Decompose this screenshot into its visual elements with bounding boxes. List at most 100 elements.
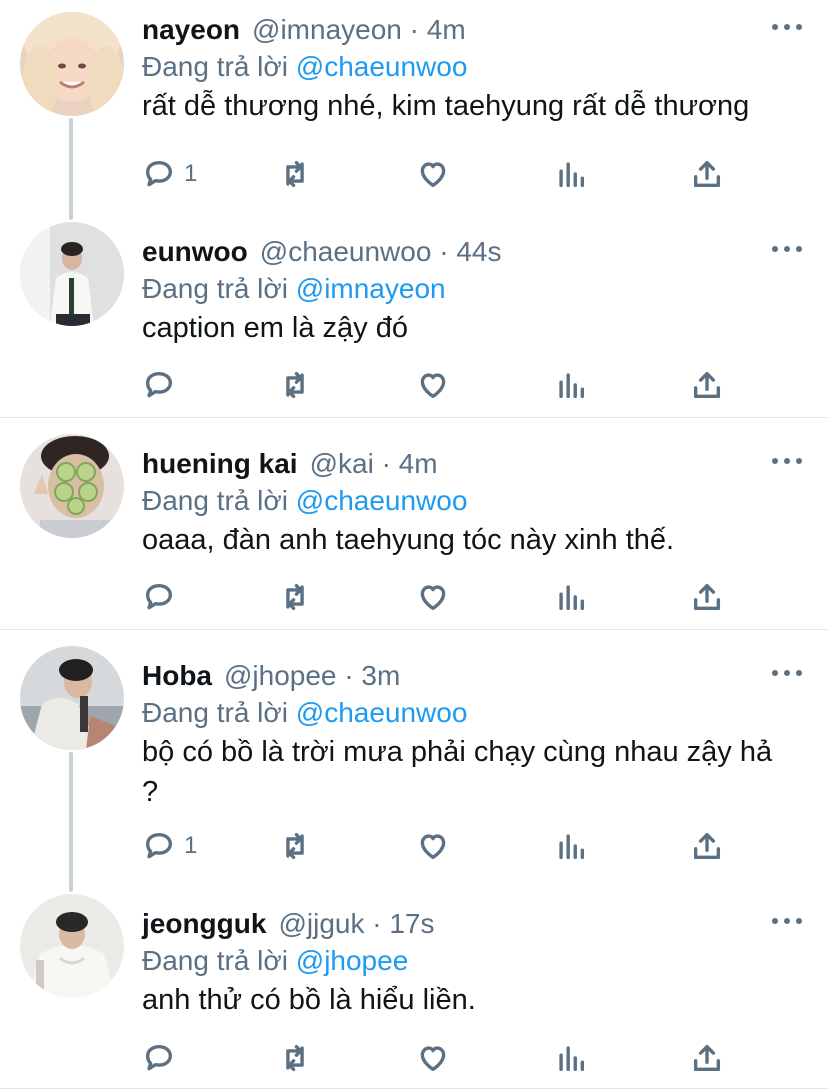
- share-button[interactable]: [690, 156, 724, 192]
- speech-bubble-icon: [145, 832, 173, 859]
- handle[interactable]: @jhopee · 3m: [224, 660, 400, 691]
- more-icon[interactable]: [772, 916, 802, 926]
- timestamp: 4m: [426, 14, 466, 45]
- reply-count: 1: [184, 160, 198, 187]
- handle[interactable]: @imnayeon · 4m: [252, 14, 466, 45]
- handle[interactable]: @kai · 4m: [310, 448, 438, 479]
- tweet-actions: 1: [142, 156, 742, 192]
- heart-outline-icon: [420, 373, 446, 399]
- retweet-button[interactable]: [278, 367, 312, 403]
- mention-link[interactable]: @chaeunwoo: [296, 51, 468, 82]
- display-name[interactable]: jeongguk: [142, 908, 266, 939]
- retweet-button[interactable]: [278, 156, 312, 192]
- replying-to: Đang trả lời @jhopee: [142, 945, 409, 976]
- handle[interactable]: @jjguk · 17s: [278, 908, 434, 939]
- tweet-actions: 1: [142, 828, 742, 864]
- tweet-divider: [0, 629, 828, 630]
- avatar[interactable]: [20, 12, 124, 116]
- share-upload-icon: [693, 1044, 721, 1072]
- heart-outline-icon: [420, 162, 446, 188]
- speech-bubble-icon: [145, 371, 173, 398]
- display-name[interactable]: Hoba: [142, 660, 212, 691]
- tweet-text: oaaa, đàn anh taehyung tóc này xinh thế.: [142, 524, 675, 556]
- tweet[interactable]: nayeon @imnayeon · 4m Đang trả lời @chaeu…: [0, 0, 828, 210]
- retweet-button[interactable]: [278, 579, 312, 615]
- reply-button[interactable]: [142, 367, 184, 403]
- share-button[interactable]: [690, 579, 724, 615]
- reply-button[interactable]: 1: [142, 828, 197, 864]
- share-button[interactable]: [690, 1040, 724, 1076]
- share-upload-icon: [693, 371, 721, 399]
- retweet-arrows-icon: [286, 583, 304, 611]
- reply-button[interactable]: 1: [142, 156, 197, 192]
- tweet-actions: [142, 579, 742, 615]
- reply-button[interactable]: [142, 1040, 184, 1076]
- retweet-arrows-icon: [286, 160, 304, 188]
- like-button[interactable]: [416, 156, 450, 192]
- timestamp: 44s: [456, 236, 502, 267]
- more-icon[interactable]: [772, 244, 802, 254]
- timestamp: 17s: [389, 908, 435, 939]
- tweet-text: rất dễ thương nhé, kim taehyung rất dễ t…: [142, 90, 750, 122]
- bar-chart-icon: [559, 834, 585, 860]
- replying-to: Đang trả lời @chaeunwoo: [142, 51, 468, 82]
- avatar[interactable]: [20, 646, 124, 750]
- analytics-button[interactable]: [554, 156, 588, 192]
- bar-chart-icon: [559, 373, 585, 399]
- display-name[interactable]: eunwoo: [142, 236, 248, 267]
- avatar[interactable]: [20, 434, 124, 538]
- avatar[interactable]: [20, 894, 124, 998]
- tweet-text: caption em là zậy đó: [142, 312, 408, 344]
- like-button[interactable]: [416, 828, 450, 864]
- share-upload-icon: [693, 583, 721, 611]
- analytics-button[interactable]: [554, 579, 588, 615]
- tweet-divider: [0, 1088, 828, 1089]
- replying-to: Đang trả lời @imnayeon: [142, 273, 446, 304]
- retweet-arrows-icon: [286, 832, 304, 860]
- analytics-button[interactable]: [554, 828, 588, 864]
- handle[interactable]: @chaeunwoo · 44s: [260, 236, 502, 267]
- tweet[interactable]: huening kai @kai · 4m Đang trả lời @chaeu…: [0, 434, 828, 629]
- speech-bubble-icon: [145, 1044, 173, 1071]
- tweet-header: eunwoo @chaeunwoo · 44s: [142, 232, 501, 272]
- tweet[interactable]: jeongguk @jjguk · 17s Đang trả lời @jhope…: [0, 894, 828, 1088]
- speech-bubble-icon: [145, 583, 173, 610]
- mention-link[interactable]: @jhopee: [296, 945, 409, 976]
- retweet-arrows-icon: [286, 1044, 304, 1072]
- replying-to: Đang trả lời @chaeunwoo: [142, 697, 468, 728]
- reply-button[interactable]: [142, 579, 184, 615]
- share-button[interactable]: [690, 367, 724, 403]
- avatar[interactable]: [20, 222, 124, 326]
- like-button[interactable]: [416, 367, 450, 403]
- tweet[interactable]: eunwoo @chaeunwoo · 44s Đang trả lời @imn…: [0, 222, 828, 417]
- replying-to: Đang trả lời @chaeunwoo: [142, 485, 468, 516]
- mention-link[interactable]: @chaeunwoo: [296, 697, 468, 728]
- like-button[interactable]: [416, 579, 450, 615]
- share-button[interactable]: [690, 828, 724, 864]
- reply-count: 1: [184, 832, 198, 859]
- more-icon[interactable]: [772, 22, 802, 32]
- like-button[interactable]: [416, 1040, 450, 1076]
- retweet-button[interactable]: [278, 828, 312, 864]
- tweet-header: huening kai @kai · 4m: [142, 444, 438, 484]
- mention-link[interactable]: @chaeunwoo: [296, 485, 468, 516]
- tweet-text: bộ có bồ là trời mưa phải chạy cùng nhau…: [142, 736, 773, 808]
- bar-chart-icon: [559, 1046, 585, 1072]
- heart-outline-icon: [420, 834, 446, 860]
- heart-outline-icon: [420, 585, 446, 611]
- timestamp: 4m: [398, 448, 438, 479]
- analytics-button[interactable]: [554, 367, 588, 403]
- display-name[interactable]: nayeon: [142, 14, 240, 45]
- more-icon[interactable]: [772, 668, 802, 678]
- more-icon[interactable]: [772, 456, 802, 466]
- tweet-text: anh thử có bồ là hiểu liền.: [142, 984, 476, 1016]
- mention-link[interactable]: @imnayeon: [296, 273, 446, 304]
- tweet[interactable]: Hoba @jhopee · 3m Đang trả lời @chaeunwoo…: [0, 646, 828, 886]
- display-name[interactable]: huening kai: [142, 448, 298, 479]
- retweet-button[interactable]: [278, 1040, 312, 1076]
- analytics-button[interactable]: [554, 1040, 588, 1076]
- heart-outline-icon: [420, 1046, 446, 1072]
- tweet-actions: [142, 1040, 742, 1076]
- tweet-header: jeongguk @jjguk · 17s: [142, 904, 435, 944]
- bar-chart-icon: [559, 162, 585, 188]
